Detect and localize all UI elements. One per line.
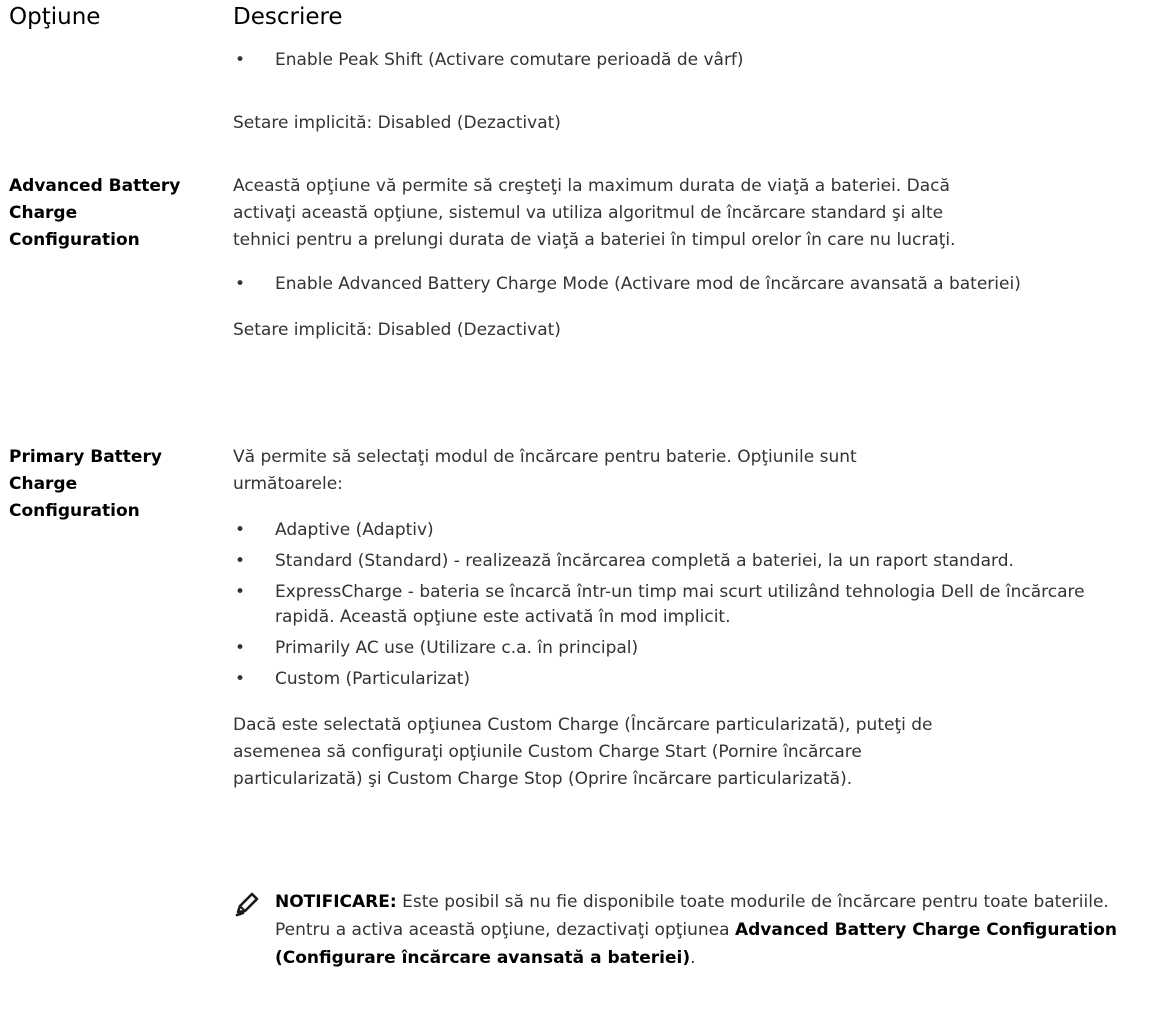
description-text: Această opţiune vă permite să creşteţi l… <box>233 176 956 250</box>
list-item: • Enable Peak Shift (Activare comutare pe… <box>233 48 1153 73</box>
list-item: • Custom (Particularizat) <box>233 667 1113 692</box>
description-text: Dacă este selectată opţiunea Custom Char… <box>233 715 933 789</box>
default-setting: Setare implicită: Disabled (Dezactivat) <box>233 113 561 133</box>
option-name: Primary Battery Charge Configuration <box>9 447 162 521</box>
option-name: Advanced Battery Charge Configuration <box>9 176 181 250</box>
bullet-icon: • <box>235 551 246 571</box>
default-setting: Setare implicită: Disabled (Dezactivat) <box>233 320 561 340</box>
column-header-description: Descriere <box>233 4 343 30</box>
description-text: Vă permite să selectaţi modul de încărca… <box>233 447 857 494</box>
bullet-icon: • <box>235 50 246 70</box>
bullet-list: • Enable Advanced Battery Charge Mode (Ac… <box>233 272 1113 297</box>
bullet-icon: • <box>235 520 246 540</box>
list-item: • Enable Advanced Battery Charge Mode (Ac… <box>233 272 1113 297</box>
option-description: • Enable Peak Shift (Activare comutare pe… <box>233 48 1153 137</box>
note-text: NOTIFICARE: Este posibil să nu fie dispo… <box>275 892 1118 968</box>
bullet-icon: • <box>235 582 246 602</box>
option-description: Această opţiune vă permite să creşteţi l… <box>233 173 1153 344</box>
bullet-icon: • <box>235 638 246 658</box>
list-item: • Standard (Standard) - realizează încărc… <box>233 549 1113 574</box>
bullet-icon: • <box>235 669 246 689</box>
list-item: • Primarily AC use (Utilizare c.a. în pri… <box>233 636 1113 661</box>
bullet-list: • Enable Peak Shift (Activare comutare pe… <box>233 48 1153 73</box>
bullet-icon: • <box>235 274 246 294</box>
list-item: • Adaptive (Adaptiv) <box>233 518 1113 543</box>
column-header-option: Opţiune <box>9 4 101 30</box>
list-item: • ExpressCharge - bateria se încarcă într… <box>235 582 1085 627</box>
bullet-list: • Adaptive (Adaptiv) • Standard (Standard)… <box>233 518 1113 692</box>
pencil-note-icon <box>235 892 259 917</box>
option-description: Vă permite să selectaţi modul de încărca… <box>233 444 1153 793</box>
note-label: NOTIFICARE: <box>275 892 397 912</box>
